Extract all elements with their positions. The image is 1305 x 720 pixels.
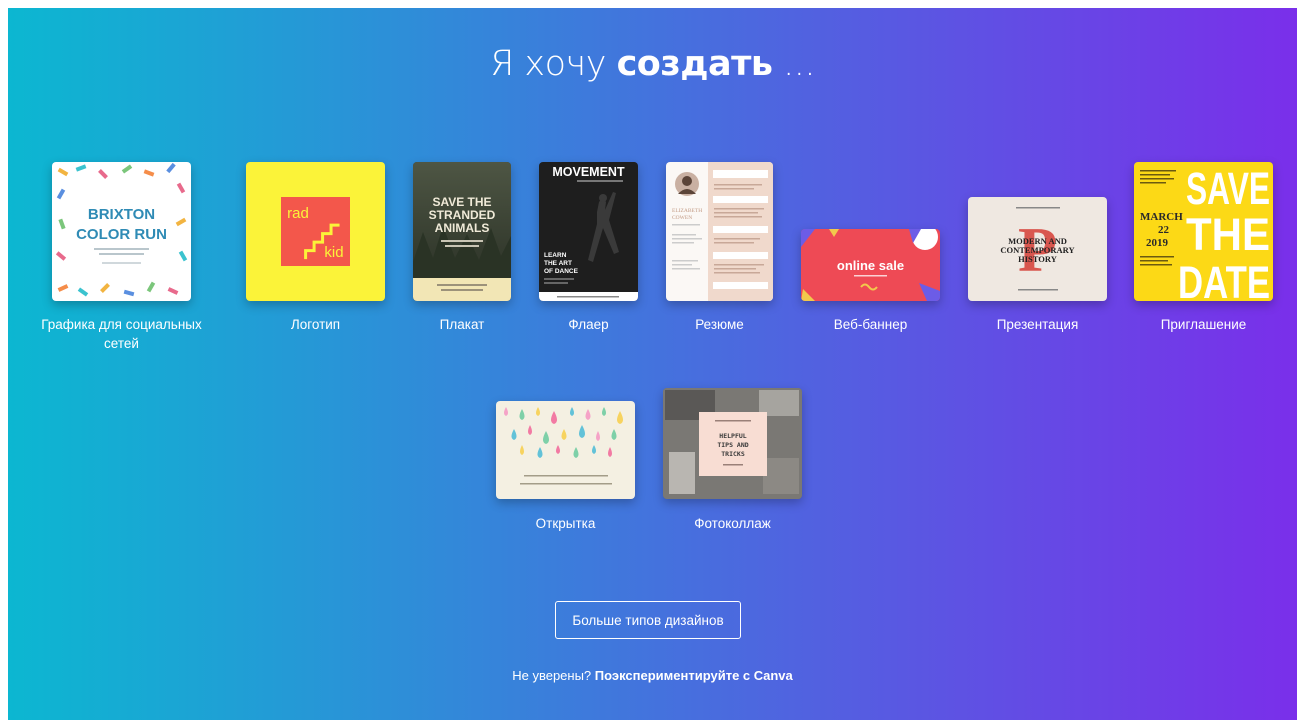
more-design-types-button[interactable]: Больше типов дизайнов — [555, 601, 741, 639]
web-banner-thumbnail: online sale — [801, 229, 940, 301]
page-title: Я хочу создать ... — [489, 44, 816, 84]
experiment-link[interactable]: Поэкспериментируйте с Canva — [595, 668, 793, 683]
svg-text:OF DANCE: OF DANCE — [544, 268, 579, 275]
design-type-label: Фотоколлаж — [694, 516, 771, 531]
resume-thumbnail: ELIZABETH COWEN — [666, 162, 773, 301]
svg-text:HISTORY: HISTORY — [1018, 254, 1057, 264]
svg-text:DATE: DATE — [1178, 257, 1270, 301]
logo-thumbnail: rad kid — [246, 162, 385, 301]
svg-text:THE ART: THE ART — [544, 260, 572, 267]
svg-text:MOVEMENT: MOVEMENT — [552, 165, 625, 179]
svg-text:TIPS AND: TIPS AND — [717, 441, 748, 449]
design-type-label: Открытка — [535, 516, 596, 531]
design-type-label: Веб-баннер — [833, 317, 908, 332]
svg-text:THE: THE — [1186, 209, 1270, 260]
svg-text:HELPFUL: HELPFUL — [719, 432, 746, 440]
svg-text:2019: 2019 — [1146, 237, 1169, 249]
svg-text:ELIZABETH: ELIZABETH — [672, 208, 702, 214]
svg-text:COWEN: COWEN — [672, 215, 692, 221]
design-type-label: Плакат — [439, 317, 485, 332]
svg-text:ANIMALS: ANIMALS — [435, 221, 490, 235]
svg-text:TRICKS: TRICKS — [721, 450, 745, 458]
svg-text:SAVE THE: SAVE THE — [432, 195, 491, 209]
social-media-thumbnail: BRIXTON COLOR RUN — [52, 162, 191, 301]
svg-text:MARCH: MARCH — [1140, 211, 1183, 223]
photo-collage-thumbnail: HELPFUL TIPS AND TRICKS — [663, 388, 802, 499]
design-type-label: Логотип — [290, 317, 341, 332]
card-thumbnail — [496, 401, 635, 499]
design-type-label: Флаер — [568, 317, 609, 332]
poster-thumbnail: SAVE THE STRANDED ANIMALS — [413, 162, 511, 301]
svg-text:STRANDED: STRANDED — [429, 208, 496, 222]
design-type-label: Приглашение — [1160, 317, 1247, 332]
footer-prompt: Не уверены? Поэкспериментируйте с Canva — [0, 668, 1305, 683]
design-type-label: Презентация — [996, 317, 1079, 332]
flyer-thumbnail: MOVEMENT LEARN THE ART OF DANCE — [539, 162, 638, 301]
svg-text:SAVE: SAVE — [1186, 163, 1270, 214]
svg-text:BRIXTON: BRIXTON — [88, 206, 155, 223]
presentation-thumbnail: P MODERN AND CONTEMPORARY HISTORY — [968, 197, 1107, 301]
svg-text:22: 22 — [1158, 224, 1170, 236]
svg-text:online sale: online sale — [837, 258, 904, 273]
invitation-thumbnail: SAVE THE DATE MARCH 22 2019 — [1134, 162, 1273, 301]
design-type-label: Резюме — [695, 317, 744, 332]
svg-text:LEARN: LEARN — [544, 252, 567, 259]
design-type-label: Графика для социальных сетей — [41, 317, 202, 351]
svg-text:kid: kid — [324, 244, 343, 261]
footer-question: Не уверены? — [512, 668, 592, 683]
svg-text:rad: rad — [287, 205, 309, 222]
svg-text:COLOR RUN: COLOR RUN — [76, 226, 167, 243]
